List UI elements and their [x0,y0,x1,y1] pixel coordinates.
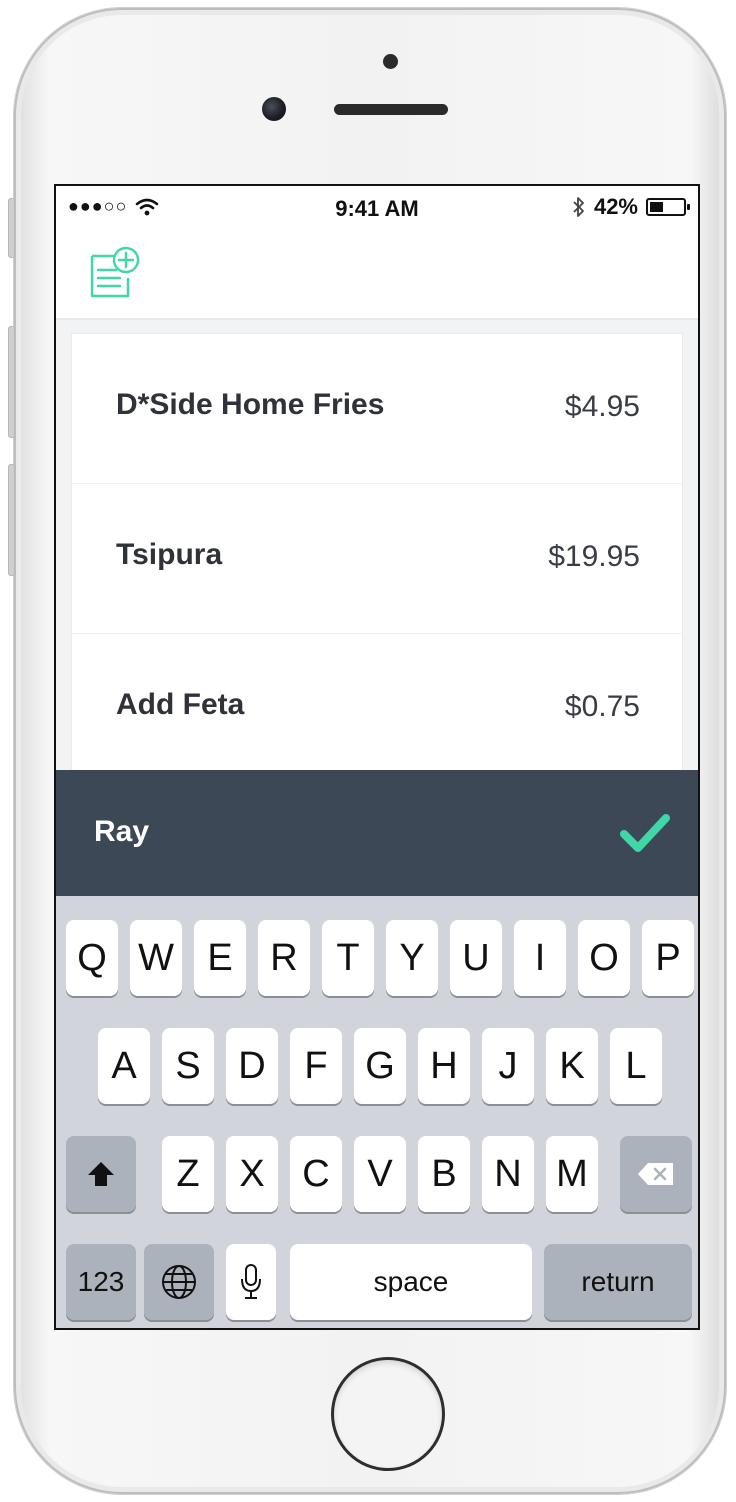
key-s[interactable]: S [162,1028,214,1104]
bluetooth-icon [573,197,584,217]
space-key[interactable]: space [290,1244,532,1320]
key-g[interactable]: G [354,1028,406,1104]
numbers-key[interactable]: 123 [66,1244,136,1320]
key-d[interactable]: D [226,1028,278,1104]
key-y[interactable]: Y [386,920,438,996]
key-m[interactable]: M [546,1136,598,1212]
key-c[interactable]: C [290,1136,342,1212]
key-u[interactable]: U [450,920,502,996]
shift-arrow-icon [88,1162,114,1186]
key-o[interactable]: O [578,920,630,996]
status-bar: ●●●○○ 9:41 AM 42% [56,186,698,234]
key-r[interactable]: R [258,920,310,996]
keyboard: QWERTYUIOP ASDFGHJKL ZXCVBNM 123 space r… [56,896,698,1328]
name-input-bar [56,770,698,896]
add-note-icon[interactable] [86,244,142,300]
status-right: 42% [572,194,690,220]
list-item[interactable]: Tsipura $19.95 [72,484,682,634]
item-price: $19.95 [548,540,640,573]
proximity-sensor [383,54,398,69]
microphone-icon [241,1264,261,1299]
microphone-key[interactable] [226,1244,276,1320]
key-x[interactable]: X [226,1136,278,1212]
app-header [56,234,698,320]
key-p[interactable]: P [642,920,694,996]
items-list-area: D*Side Home Fries $4.95 Tsipura $19.95 A… [56,320,698,784]
items-card: D*Side Home Fries $4.95 Tsipura $19.95 A… [72,334,682,784]
name-input[interactable] [94,810,574,854]
checkmark-icon[interactable] [618,808,672,858]
key-k[interactable]: K [546,1028,598,1104]
key-i[interactable]: I [514,920,566,996]
key-n[interactable]: N [482,1136,534,1212]
key-j[interactable]: J [482,1028,534,1104]
globe-icon [162,1265,196,1299]
key-f[interactable]: F [290,1028,342,1104]
item-name: Add Feta [116,688,245,721]
key-b[interactable]: B [418,1136,470,1212]
battery-percent: 42% [593,194,638,219]
key-z[interactable]: Z [162,1136,214,1212]
volume-up-button [8,326,15,438]
key-t[interactable]: T [322,920,374,996]
earpiece-speaker [334,104,448,115]
item-name: Tsipura [116,538,223,571]
battery-tip [687,204,690,210]
battery-fill [650,202,663,212]
key-q[interactable]: Q [66,920,118,996]
return-key[interactable]: return [544,1244,692,1320]
key-a[interactable]: A [98,1028,150,1104]
list-item[interactable]: Add Feta $0.75 [72,634,682,784]
battery-icon [646,198,690,216]
mute-switch [8,198,15,258]
list-item[interactable]: D*Side Home Fries $4.95 [72,334,682,484]
backspace-icon [638,1163,673,1185]
home-button[interactable] [334,1360,442,1468]
key-l[interactable]: L [610,1028,662,1104]
shift-key[interactable] [66,1136,136,1212]
globe-key[interactable] [144,1244,214,1320]
front-camera [262,97,286,121]
key-v[interactable]: V [354,1136,406,1212]
volume-down-button [8,464,15,576]
phone-screen: ●●●○○ 9:41 AM 42% D*Side Home Fries $4.9… [54,184,700,1330]
item-name: D*Side Home Fries [116,388,385,421]
item-price: $0.75 [564,690,640,723]
delete-key[interactable] [620,1136,692,1212]
key-e[interactable]: E [194,920,246,996]
item-price: $4.95 [564,390,640,423]
key-h[interactable]: H [418,1028,470,1104]
key-w[interactable]: W [130,920,182,996]
